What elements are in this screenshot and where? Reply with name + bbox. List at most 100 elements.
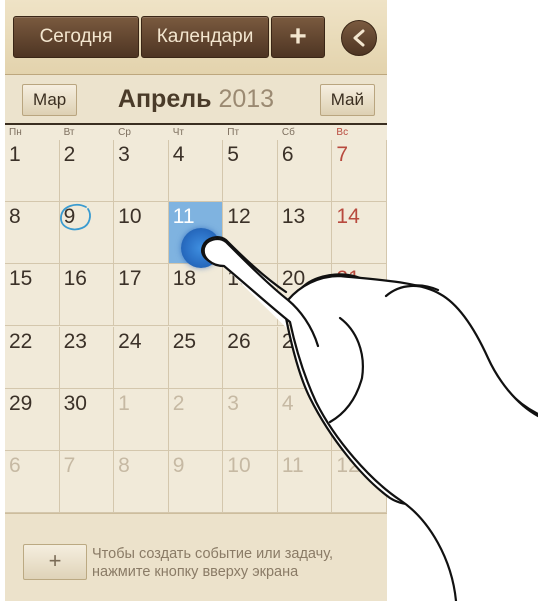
day-cell[interactable]: 18: [168, 264, 224, 327]
weekday-label: Пт: [227, 127, 240, 138]
day-number: 7: [63, 453, 76, 477]
hint-text: Чтобы создать событие или задачу, нажмит…: [92, 545, 382, 581]
day-cell[interactable]: 6: [5, 450, 60, 513]
day-number: 30: [63, 391, 87, 415]
back-button[interactable]: [341, 20, 377, 56]
today-button[interactable]: Сегодня: [13, 16, 139, 58]
day-cell[interactable]: 9: [168, 450, 224, 513]
day-number: 20: [281, 267, 306, 291]
day-cell[interactable]: 2: [59, 140, 115, 203]
day-number: 2: [63, 143, 76, 166]
day-number: 8: [118, 453, 130, 477]
day-cell[interactable]: 1: [114, 388, 169, 451]
chevron-left-icon: [353, 29, 365, 47]
day-cell[interactable]: 7: [332, 140, 387, 203]
day-cell[interactable]: 23: [59, 326, 115, 389]
day-number: 2: [172, 391, 185, 415]
add-event-button[interactable]: +: [271, 16, 325, 58]
day-number: 22: [9, 329, 33, 353]
calendars-button[interactable]: Календари: [141, 16, 269, 58]
weekday-label: Вс: [336, 127, 349, 138]
year: 2013: [218, 85, 275, 113]
day-cell[interactable]: 4: [277, 388, 333, 451]
day-number: 17: [118, 267, 142, 291]
day-cell[interactable]: 12: [332, 450, 387, 513]
day-number: 12: [336, 453, 360, 477]
day-cell[interactable]: 30: [59, 388, 115, 451]
day-cell[interactable]: 7: [59, 450, 115, 513]
day-cell[interactable]: 1: [5, 140, 60, 203]
day-cell[interactable]: 5: [332, 388, 387, 451]
day-number: 15: [9, 267, 33, 291]
weekday-header: Пн Вт Ср Чт Пт Сб Вс: [5, 126, 387, 140]
day-cell[interactable]: 10: [114, 202, 169, 265]
day-number: 3: [227, 391, 239, 415]
day-cell[interactable]: 14: [332, 202, 387, 265]
day-number: 18: [172, 267, 197, 291]
day-cell[interactable]: 16: [59, 264, 115, 327]
day-cell[interactable]: 5: [223, 140, 278, 203]
day-number: 29: [9, 391, 33, 415]
action-bar: Сегодня Календари +: [5, 0, 387, 75]
day-number: 6: [9, 453, 21, 477]
hint-line-1: Чтобы создать событие или задачу,: [92, 546, 334, 562]
day-cell[interactable]: 12: [223, 202, 278, 265]
day-cell[interactable]: 11: [277, 450, 333, 513]
day-number: 27: [281, 329, 306, 353]
day-number: 14: [336, 205, 360, 229]
day-cell[interactable]: 13: [277, 202, 333, 265]
day-cell[interactable]: 2: [168, 388, 224, 451]
day-cell[interactable]: 27: [277, 326, 333, 389]
weekday-label: Пн: [9, 127, 22, 138]
day-cell[interactable]: 26: [223, 326, 278, 389]
next-month-button[interactable]: Май: [319, 84, 375, 116]
day-number: 26: [227, 329, 251, 353]
calendar-screen: Сегодня Календари + Мар Апрель 2013 Май …: [5, 0, 387, 601]
day-cell[interactable]: 25: [168, 326, 224, 389]
day-number: 11: [281, 453, 304, 477]
day-cell[interactable]: 22: [5, 326, 60, 389]
day-cell[interactable]: 29: [5, 388, 60, 451]
day-number: 1: [9, 143, 21, 166]
weekday-label: Сб: [281, 127, 295, 138]
day-cell[interactable]: 17: [114, 264, 169, 327]
day-cell[interactable]: 15: [5, 264, 60, 327]
day-cell[interactable]: 3: [223, 388, 278, 451]
day-number: 9: [172, 453, 185, 477]
header-divider: [5, 123, 387, 125]
day-cell[interactable]: 11: [168, 202, 224, 269]
day-number: 10: [118, 205, 142, 229]
day-number: 5: [227, 143, 239, 166]
day-number: 21: [336, 267, 360, 291]
day-number: 8: [9, 205, 21, 229]
day-number: 23: [63, 329, 87, 353]
quick-add-button[interactable]: +: [23, 544, 87, 580]
day-cell[interactable]: 6: [277, 140, 333, 203]
day-number: 5: [336, 391, 349, 415]
hint-bar: + Чтобы создать событие или задачу, нажм…: [5, 513, 387, 601]
handwritten-circle-icon: [59, 204, 91, 231]
day-number: 1: [118, 391, 130, 415]
day-cell[interactable]: 19: [223, 264, 278, 327]
day-cell[interactable]: 10: [223, 450, 278, 513]
day-cell[interactable]: 4: [168, 140, 224, 203]
day-cell[interactable]: 24: [114, 326, 169, 389]
day-number: 24: [118, 329, 142, 353]
weekday-label: Чт: [172, 127, 184, 138]
day-number: 16: [63, 267, 87, 291]
day-cell[interactable]: 20: [277, 264, 333, 327]
day-number: 19: [227, 267, 251, 291]
day-cell[interactable]: 28: [332, 326, 387, 389]
day-cell[interactable]: 21: [332, 264, 387, 327]
day-number: 25: [172, 329, 197, 353]
day-cell[interactable]: 8: [114, 450, 169, 513]
day-number: 28: [336, 329, 360, 353]
day-cell[interactable]: 9: [59, 202, 115, 265]
weekday-label: Ср: [118, 127, 131, 138]
touch-indicator: [180, 228, 221, 269]
day-cell[interactable]: 8: [5, 202, 60, 265]
day-number: 10: [227, 453, 251, 477]
day-number: 11: [172, 205, 195, 229]
weekday-label: Вт: [63, 127, 75, 138]
day-cell[interactable]: 3: [114, 140, 169, 203]
